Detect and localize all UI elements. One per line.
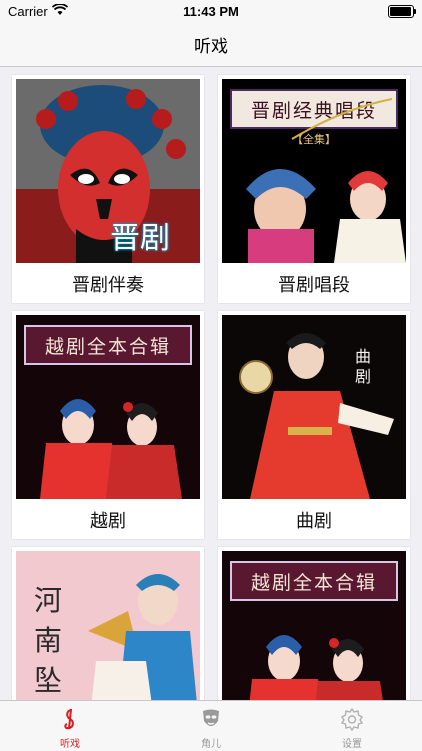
artwork-title-text: 曲剧 bbox=[354, 347, 371, 386]
album-card-henan-zhuizi[interactable]: 河南坠子 bbox=[12, 547, 204, 700]
album-cover-image: 晋剧 bbox=[16, 79, 200, 263]
opera-performers-artwork bbox=[40, 399, 182, 499]
album-card-jinju-accompaniment[interactable]: 晋剧 晋剧伴奏 bbox=[12, 75, 204, 303]
battery-icon bbox=[388, 5, 416, 18]
navigation-bar: 听戏 bbox=[0, 22, 422, 67]
music-note-icon bbox=[64, 708, 74, 730]
opera-performers-artwork bbox=[249, 635, 383, 700]
album-card-label: 晋剧伴奏 bbox=[72, 275, 144, 296]
status-time: 11:43 PM bbox=[183, 4, 239, 19]
album-cover-image: 曲剧 bbox=[222, 315, 406, 499]
album-grid[interactable]: 晋剧 晋剧伴奏 晋剧经典唱段 【全集】 晋剧唱段 越剧全本合辑 越剧 曲剧 曲剧… bbox=[0, 67, 422, 700]
opera-performers-artwork bbox=[246, 98, 406, 263]
tab-label: 听戏 bbox=[60, 739, 80, 750]
opera-performer-artwork bbox=[239, 333, 394, 499]
tab-bar: 听戏 角儿 设置 bbox=[0, 700, 422, 751]
album-card-label: 晋剧唱段 bbox=[278, 275, 350, 296]
artwork-title-text: 河南坠子 bbox=[34, 584, 63, 697]
album-cover-image: 越剧全本合辑 bbox=[16, 315, 200, 499]
opera-face-artwork bbox=[16, 79, 200, 263]
tab-listen[interactable]: 听戏 bbox=[0, 701, 140, 751]
tab-settings[interactable]: 设置 bbox=[282, 701, 422, 751]
album-card-label: 越剧 bbox=[90, 511, 126, 532]
tab-artists[interactable]: 角儿 bbox=[141, 701, 281, 751]
tab-label: 设置 bbox=[342, 739, 362, 750]
album-cover-image: 河南坠子 bbox=[16, 551, 200, 700]
status-bar: Carrier 11:43 PM bbox=[0, 0, 422, 22]
album-card-yueju-collection[interactable]: 越剧全本合辑 bbox=[218, 547, 410, 700]
album-card-jinju-arias[interactable]: 晋剧经典唱段 【全集】 晋剧唱段 bbox=[218, 75, 410, 303]
album-card-label: 曲剧 bbox=[296, 511, 332, 532]
gear-icon bbox=[340, 707, 364, 731]
album-card-quju[interactable]: 曲剧 曲剧 bbox=[218, 311, 410, 539]
album-card-yueju[interactable]: 越剧全本合辑 越剧 bbox=[12, 311, 204, 539]
album-cover-image: 越剧全本合辑 bbox=[222, 551, 406, 700]
album-cover-image: 晋剧经典唱段 【全集】 bbox=[222, 79, 406, 263]
tab-label: 角儿 bbox=[201, 739, 221, 750]
page-title: 听戏 bbox=[194, 36, 228, 57]
opera-mask-icon bbox=[203, 709, 219, 726]
artwork-title-text: 晋剧 bbox=[110, 221, 170, 256]
